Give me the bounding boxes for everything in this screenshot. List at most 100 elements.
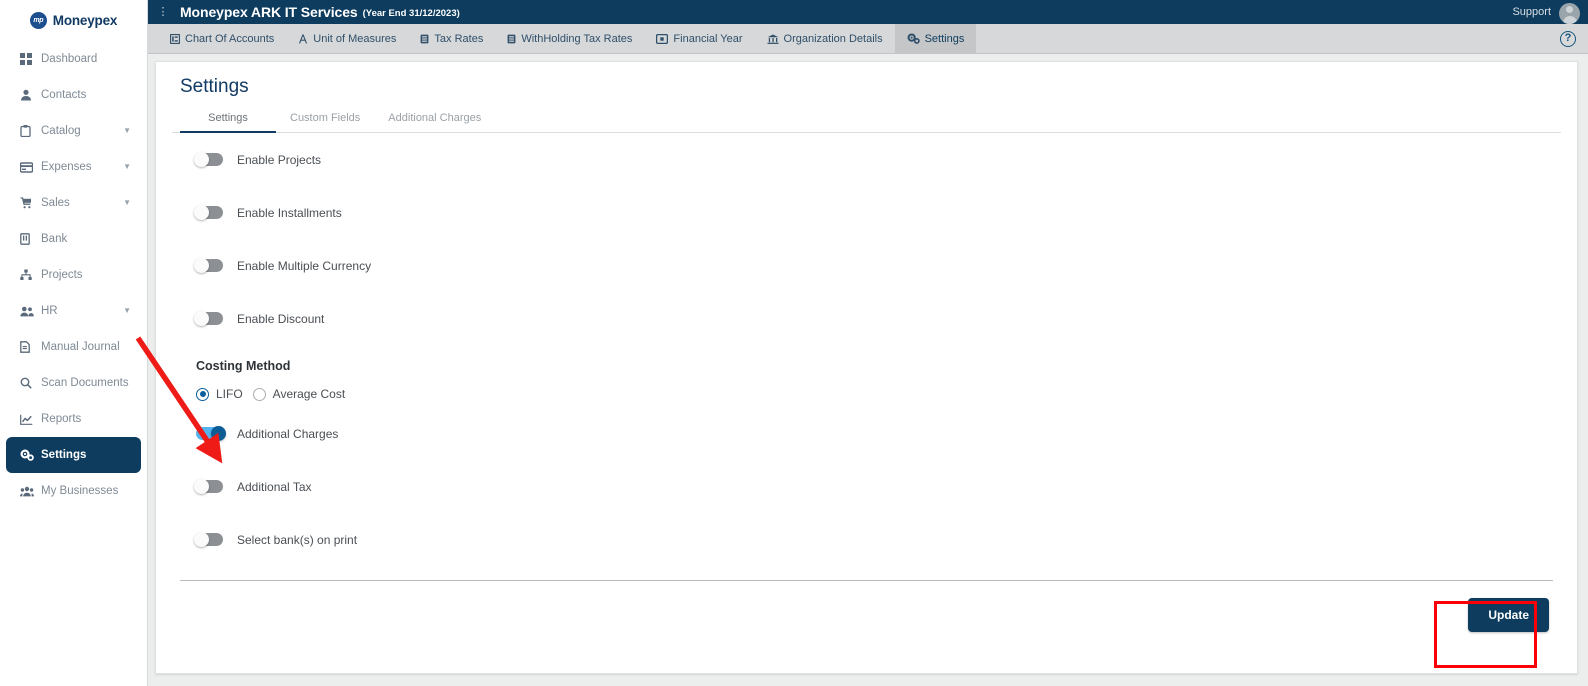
sidebar-item-label: Bank: [41, 233, 68, 245]
tab-label: Unit of Measures: [313, 32, 397, 45]
additional-tax-toggle[interactable]: [194, 479, 223, 494]
sidebar-item-bank[interactable]: Bank: [6, 221, 141, 257]
settings-card: Settings Settings Custom Fields Addition…: [155, 61, 1578, 674]
bank-building-icon: [767, 34, 779, 44]
chart-icon: [20, 414, 36, 425]
setting-row-enable-discount: Enable Discount: [180, 292, 1561, 345]
sidebar-item-manual-journal[interactable]: Manual Journal: [6, 329, 141, 365]
sidebar-item-label: Manual Journal: [41, 341, 120, 353]
sidebar-item-my-businesses[interactable]: My Businesses: [6, 473, 141, 509]
sidebar-item-label: My Businesses: [41, 485, 119, 497]
subtab-settings[interactable]: Settings: [180, 108, 276, 133]
settings-subtabs: Settings Custom Fields Additional Charge…: [172, 108, 1561, 133]
main-area: ⋮ Moneypex ARK IT Services (Year End 31/…: [148, 0, 1588, 686]
setting-row-enable-multiple-currency: Enable Multiple Currency: [180, 239, 1561, 292]
app-root: mp Moneypex Dashboard Contacts Catalog ▼…: [0, 0, 1588, 686]
select-banks-on-print-toggle[interactable]: [194, 532, 223, 547]
update-button[interactable]: Update: [1468, 598, 1549, 632]
toggle-knob: [194, 152, 209, 167]
sidebar-item-settings[interactable]: Settings: [6, 437, 141, 473]
user-avatar-icon[interactable]: [1559, 2, 1580, 24]
chevron-down-icon: ▼: [123, 126, 131, 135]
sidebar-item-label: Expenses: [41, 161, 92, 173]
tab-settings[interactable]: Settings: [894, 24, 977, 53]
radio-selected-icon: [196, 387, 209, 401]
sidebar-item-catalog[interactable]: Catalog ▼: [6, 113, 141, 149]
radio-label: LIFO: [216, 387, 243, 401]
avatar-body: [1562, 15, 1577, 24]
clipboard-icon: [20, 125, 36, 137]
sidebar-nav: Dashboard Contacts Catalog ▼ Expenses ▼ …: [0, 41, 147, 509]
gears-icon: [20, 449, 36, 461]
additional-charges-toggle[interactable]: [196, 426, 226, 441]
tab-label: Chart Of Accounts: [185, 32, 275, 45]
enable-multiple-currency-toggle[interactable]: [194, 258, 223, 273]
toggle-knob: [194, 311, 209, 326]
setting-row-additional-tax: Additional Tax: [180, 460, 1561, 513]
sidebar-item-label: Scan Documents: [41, 377, 129, 389]
radio-lifo[interactable]: LIFO: [196, 387, 243, 401]
enable-projects-toggle[interactable]: [194, 152, 223, 167]
radio-average-cost[interactable]: Average Cost: [252, 387, 346, 401]
help-button[interactable]: ?: [1560, 24, 1588, 53]
setting-label: Select bank(s) on print: [237, 532, 358, 547]
bank-icon: [20, 233, 36, 245]
setting-row-enable-projects: Enable Projects: [180, 133, 1561, 186]
compass-icon: [298, 33, 308, 44]
sidebar-item-expenses[interactable]: Expenses ▼: [6, 149, 141, 185]
grid-icon: [20, 53, 36, 65]
tab-unit-of-measures[interactable]: Unit of Measures: [286, 24, 408, 53]
brand-name: Moneypex: [52, 12, 118, 28]
tab-chart-of-accounts[interactable]: Chart Of Accounts: [158, 24, 286, 53]
sidebar-item-label: Contacts: [41, 89, 87, 101]
page-title: Settings: [180, 76, 249, 97]
sidebar-item-reports[interactable]: Reports: [6, 401, 141, 437]
chart-accounts-icon: [170, 33, 180, 44]
sidebar-item-label: HR: [41, 305, 58, 317]
subtab-custom-fields[interactable]: Custom Fields: [276, 108, 374, 132]
sidebar-item-sales[interactable]: Sales ▼: [6, 185, 141, 221]
setting-row-select-banks-on-print: Select bank(s) on print: [180, 513, 1561, 566]
costing-method-title: Costing Method: [196, 359, 291, 373]
tab-financial-year[interactable]: Financial Year: [644, 24, 754, 53]
setting-label: Enable Discount: [237, 311, 325, 326]
top-header-right: Support: [1512, 2, 1580, 24]
chevron-down-icon: ▼: [123, 198, 131, 207]
subtab-additional-charges[interactable]: Additional Charges: [374, 108, 495, 132]
sidebar-item-label: Sales: [41, 197, 70, 209]
sidebar: mp Moneypex Dashboard Contacts Catalog ▼…: [0, 0, 148, 686]
sidebar-item-label: Reports: [41, 413, 82, 425]
tab-label: Organization Details: [783, 32, 883, 45]
sidebar-item-hr[interactable]: HR ▼: [6, 293, 141, 329]
tax-icon: [420, 34, 429, 44]
enable-discount-toggle[interactable]: [194, 311, 223, 326]
tab-tax-rates[interactable]: Tax Rates: [408, 24, 495, 53]
sidebar-item-contacts[interactable]: Contacts: [6, 77, 141, 113]
radio-unselected-icon: [252, 387, 266, 401]
top-header-bar: ⋮ Moneypex ARK IT Services (Year End 31/…: [148, 0, 1588, 24]
sidebar-item-scan-documents[interactable]: Scan Documents: [6, 365, 141, 401]
setting-row-additional-charges: Additional Charges: [180, 407, 1561, 460]
setting-label: Enable Projects: [237, 152, 322, 167]
settings-form: Enable Projects Enable Installments Enab…: [172, 133, 1561, 566]
calendar-icon: [656, 33, 669, 44]
brand-logo[interactable]: mp Moneypex: [0, 5, 147, 35]
sidebar-item-label: Settings: [41, 449, 87, 461]
support-link[interactable]: Support: [1512, 6, 1551, 18]
toggle-knob: [194, 205, 209, 220]
tab-organization-details[interactable]: Organization Details: [755, 24, 895, 53]
enable-installments-toggle[interactable]: [194, 205, 223, 220]
toggle-knob: [194, 258, 209, 273]
toggle-knob: [194, 532, 209, 547]
radio-label: Average Cost: [272, 387, 346, 401]
chevron-down-icon: ▼: [123, 306, 131, 315]
sidebar-item-dashboard[interactable]: Dashboard: [6, 41, 141, 77]
costing-method-options: LIFO Average Cost: [180, 387, 1561, 401]
sidebar-item-projects[interactable]: Projects: [6, 257, 141, 293]
kebab-menu-icon[interactable]: ⋮: [156, 6, 170, 18]
people-icon: [20, 306, 36, 317]
search-icon: [20, 377, 36, 389]
app-title: Moneypex ARK IT Services: [180, 4, 358, 20]
toggle-knob: [194, 479, 209, 494]
tab-withholding-tax-rates[interactable]: WithHolding Tax Rates: [495, 24, 644, 53]
